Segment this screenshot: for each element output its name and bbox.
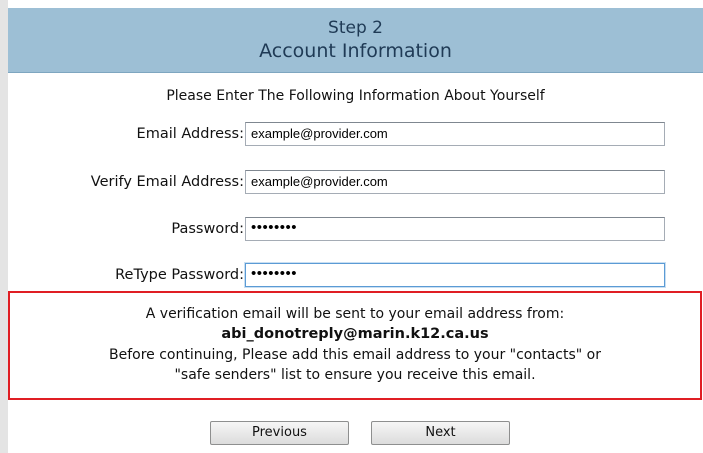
step-number: Step 2: [328, 18, 383, 38]
password-row: Password: ••••••••: [8, 217, 703, 243]
sender-email: abi_donotreply@marin.k12.ca.us: [221, 326, 489, 342]
retype-password-label: ReType Password:: [115, 267, 244, 283]
next-button[interactable]: Next: [371, 421, 510, 445]
password-label: Password:: [171, 221, 244, 237]
verify-email-label: Verify Email Address:: [90, 174, 244, 190]
step-header: Step 2 Account Information: [8, 8, 703, 73]
retype-password-row: ReType Password: ••••••••: [8, 263, 703, 289]
notice-line-4: "safe senders" list to ensure you receiv…: [174, 367, 536, 383]
verify-email-row: Verify Email Address: example@provider.c…: [8, 170, 703, 196]
left-border: [0, 0, 8, 453]
password-field[interactable]: ••••••••: [245, 217, 665, 241]
email-label: Email Address:: [136, 126, 244, 142]
verification-notice: A verification email will be sent to you…: [8, 291, 702, 400]
previous-button[interactable]: Previous: [210, 421, 349, 445]
retype-password-field[interactable]: ••••••••: [245, 263, 665, 287]
email-row: Email Address: example@provider.com: [8, 122, 703, 148]
notice-line-3: Before continuing, Please add this email…: [109, 347, 601, 363]
notice-line-1: A verification email will be sent to you…: [145, 306, 565, 322]
email-field[interactable]: example@provider.com: [245, 122, 665, 146]
intro-text: Please Enter The Following Information A…: [166, 88, 545, 104]
verify-email-field[interactable]: example@provider.com: [245, 170, 665, 194]
page-title: Account Information: [259, 40, 452, 62]
